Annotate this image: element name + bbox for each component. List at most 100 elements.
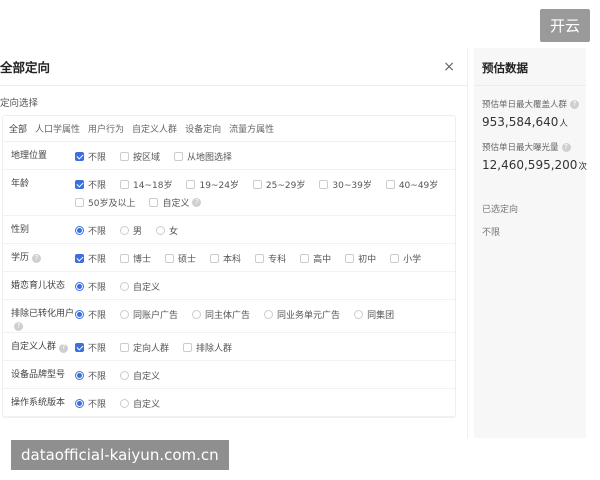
- radio-option[interactable]: 女: [156, 221, 178, 239]
- radio-option[interactable]: 男: [120, 221, 142, 239]
- option-label: 自定义: [133, 371, 161, 382]
- checkbox-option[interactable]: 不限: [75, 147, 106, 165]
- checkbox-icon[interactable]: [75, 342, 84, 352]
- option-label: 定向人群: [133, 343, 170, 354]
- radio-option[interactable]: 不限: [75, 366, 106, 384]
- help-icon[interactable]: ?: [192, 197, 202, 207]
- checkbox-option[interactable]: 25~29岁: [252, 175, 305, 193]
- radio-icon[interactable]: [264, 309, 274, 319]
- radio-option[interactable]: 同集团: [354, 305, 394, 323]
- radio-icon[interactable]: [75, 281, 84, 291]
- checkbox-icon[interactable]: [120, 253, 130, 263]
- radio-option[interactable]: 不限: [75, 221, 106, 239]
- checkbox-option[interactable]: 自定义?: [149, 193, 202, 211]
- help-icon[interactable]: ?: [32, 254, 42, 264]
- checkbox-option[interactable]: 不限: [75, 338, 106, 356]
- checkbox-icon[interactable]: [174, 151, 184, 161]
- radio-icon[interactable]: [156, 225, 166, 235]
- tab-1[interactable]: 人口学属性: [35, 122, 80, 135]
- radio-option[interactable]: 不限: [75, 394, 106, 412]
- targeting-row: 自定义人群? 不限 定向人群 排除人群: [3, 333, 455, 362]
- checkbox-option[interactable]: 小学: [390, 249, 421, 267]
- checkbox-icon[interactable]: [385, 179, 395, 189]
- checkbox-icon[interactable]: [345, 253, 355, 263]
- radio-option[interactable]: 不限: [75, 277, 106, 295]
- checkbox-option[interactable]: 本科: [210, 249, 241, 267]
- radio-option[interactable]: 同主体广告: [192, 305, 250, 323]
- checkbox-option[interactable]: 初中: [345, 249, 376, 267]
- reach-label-text: 预估单日最大覆盖人群: [482, 100, 568, 110]
- close-icon[interactable]: ×: [443, 59, 455, 75]
- radio-option[interactable]: 同业务单元广告: [264, 305, 340, 323]
- radio-icon[interactable]: [75, 398, 84, 408]
- radio-option[interactable]: 自定义: [120, 394, 160, 412]
- checkbox-icon[interactable]: [120, 179, 130, 189]
- radio-icon[interactable]: [354, 309, 364, 319]
- checkbox-option[interactable]: 从地图选择: [174, 147, 232, 165]
- checkbox-option[interactable]: 40~49岁: [385, 175, 438, 193]
- checkbox-option[interactable]: 19~24岁: [186, 175, 239, 193]
- checkbox-icon[interactable]: [186, 179, 196, 189]
- option-label: 不限: [88, 254, 107, 265]
- radio-icon[interactable]: [120, 225, 130, 235]
- checkbox-icon[interactable]: [319, 179, 329, 189]
- checkbox-icon[interactable]: [120, 151, 130, 161]
- checkbox-option[interactable]: 专科: [255, 249, 286, 267]
- radio-option[interactable]: 同账户广告: [120, 305, 178, 323]
- checkbox-icon[interactable]: [390, 253, 400, 263]
- checkbox-option[interactable]: 按区域: [120, 147, 160, 165]
- checkbox-icon[interactable]: [252, 179, 262, 189]
- help-icon[interactable]: ?: [561, 142, 571, 152]
- brand-badge: 开云: [539, 9, 590, 42]
- help-icon[interactable]: ?: [570, 99, 580, 109]
- radio-option[interactable]: 自定义: [120, 277, 160, 295]
- exposure-unit: 次: [578, 162, 587, 172]
- tab-2[interactable]: 用户行为: [88, 122, 124, 135]
- checkbox-icon[interactable]: [255, 253, 265, 263]
- tab-3[interactable]: 自定义人群: [132, 122, 177, 135]
- checkbox-icon[interactable]: [75, 253, 84, 263]
- checkbox-icon[interactable]: [149, 197, 159, 207]
- radio-icon[interactable]: [120, 281, 130, 291]
- checkbox-option[interactable]: 不限: [75, 175, 106, 193]
- checkbox-option[interactable]: 定向人群: [120, 338, 169, 356]
- checkbox-icon[interactable]: [183, 342, 193, 352]
- row-options: 不限 自定义: [75, 389, 455, 416]
- checkbox-option[interactable]: 排除人群: [183, 338, 232, 356]
- help-icon[interactable]: ?: [59, 343, 69, 353]
- panel-header: 全部定向 ×: [0, 48, 467, 86]
- checkbox-option[interactable]: 博士: [120, 249, 151, 267]
- checkbox-icon[interactable]: [75, 197, 84, 207]
- radio-option[interactable]: 不限: [75, 305, 106, 323]
- targeting-row: 学历? 不限 博士 硕士 本科 专科 高中 初中 小学: [3, 244, 455, 272]
- tab-0[interactable]: 全部: [9, 122, 27, 135]
- radio-icon[interactable]: [120, 370, 130, 380]
- checkbox-icon[interactable]: [210, 253, 220, 263]
- radio-option[interactable]: 自定义: [120, 366, 160, 384]
- row-options: 不限 定向人群 排除人群: [75, 333, 455, 360]
- tab-4[interactable]: 设备定向: [185, 122, 221, 135]
- targeting-row: 婚恋育儿状态 不限 自定义: [3, 272, 455, 300]
- checkbox-option[interactable]: 高中: [300, 249, 331, 267]
- radio-icon[interactable]: [120, 398, 130, 408]
- checkbox-option[interactable]: 30~39岁: [319, 175, 372, 193]
- checkbox-icon[interactable]: [300, 253, 310, 263]
- checkbox-icon[interactable]: [75, 151, 84, 161]
- checkbox-icon[interactable]: [165, 253, 175, 263]
- option-label: 初中: [358, 254, 377, 265]
- option-label: 50岁及以上: [88, 198, 136, 209]
- checkbox-option[interactable]: 硕士: [165, 249, 196, 267]
- checkbox-option[interactable]: 50岁及以上: [75, 193, 135, 211]
- targeting-row: 年龄 不限 14~18岁 19~24岁 25~29岁 30~39岁 40~49岁 50岁及以上…: [3, 170, 455, 216]
- tab-5[interactable]: 流量方属性: [229, 122, 274, 135]
- radio-icon[interactable]: [192, 309, 202, 319]
- checkbox-option[interactable]: 14~18岁: [120, 175, 172, 193]
- radio-icon[interactable]: [120, 309, 130, 319]
- checkbox-icon[interactable]: [75, 179, 84, 189]
- checkbox-icon[interactable]: [120, 342, 130, 352]
- help-icon[interactable]: ?: [14, 322, 23, 332]
- checkbox-option[interactable]: 不限: [75, 249, 106, 267]
- radio-icon[interactable]: [75, 370, 84, 380]
- radio-icon[interactable]: [75, 225, 84, 235]
- radio-icon[interactable]: [75, 309, 84, 319]
